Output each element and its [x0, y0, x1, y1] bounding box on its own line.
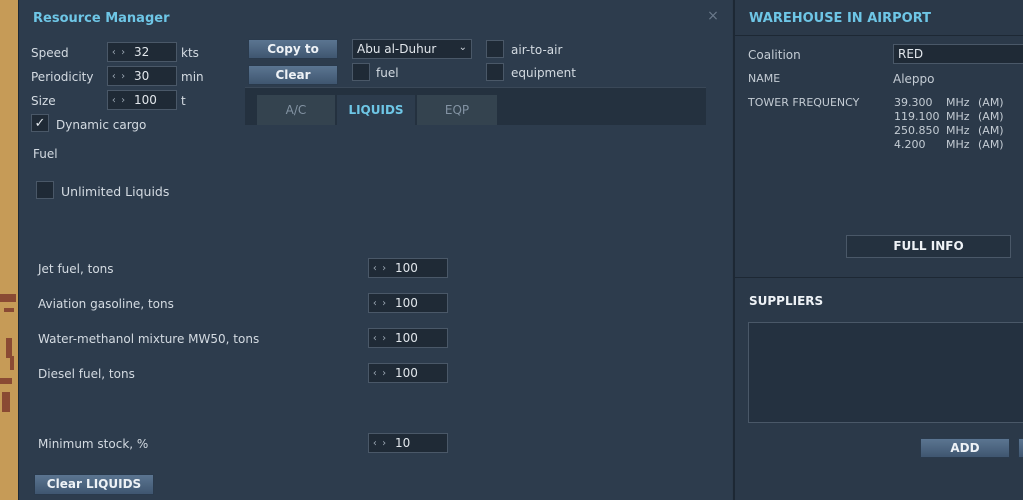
minimum-stock-stepper[interactable]: ‹ › 10	[368, 433, 448, 453]
coalition-field[interactable]: RED	[893, 44, 1023, 64]
warehouse-panel: WAREHOUSE IN AIRPORT Coalition RED NAME …	[733, 0, 1023, 500]
diesel-fuel-stepper[interactable]: ‹ › 100	[368, 363, 448, 383]
periodicity-stepper[interactable]: ‹ › 30	[107, 66, 177, 86]
equipment-checkbox[interactable]	[486, 63, 504, 81]
resource-manager-panel: Resource Manager × Speed ‹ › 32 kts Peri…	[18, 0, 732, 500]
chevron-down-icon: ⌄	[458, 42, 467, 53]
divider	[735, 277, 1023, 278]
speed-label: Speed	[31, 46, 69, 60]
fuel-filter-checkbox[interactable]	[352, 63, 370, 81]
coalition-label: Coalition	[748, 48, 801, 62]
speed-value[interactable]: 32	[130, 45, 149, 59]
speed-unit: kts	[181, 46, 199, 60]
periodicity-unit: min	[181, 70, 204, 84]
liquid-label: Jet fuel, tons	[38, 262, 114, 276]
stepper-arrows-icon[interactable]: ‹ ›	[369, 333, 391, 344]
frequency-row: 119.100 MHz (AM)	[894, 110, 1004, 123]
add-button[interactable]: ADD	[920, 438, 1010, 458]
remove-button[interactable]	[1018, 438, 1023, 458]
copy-to-button[interactable]: Copy to	[248, 39, 338, 59]
clear-liquids-button[interactable]: Clear LIQUIDS	[34, 474, 154, 495]
liquid-label: Diesel fuel, tons	[38, 367, 135, 381]
liquid-value[interactable]: 100	[391, 366, 418, 380]
size-unit: t	[181, 94, 186, 108]
liquid-value[interactable]: 100	[391, 261, 418, 275]
liquid-label: Aviation gasoline, tons	[38, 297, 174, 311]
jet-fuel-stepper[interactable]: ‹ › 100	[368, 258, 448, 278]
tab-ac[interactable]: A/C	[257, 95, 335, 125]
map-background	[0, 0, 18, 500]
tab-liquids[interactable]: LIQUIDS	[337, 95, 415, 125]
divider	[735, 35, 1023, 36]
liquid-value[interactable]: 100	[391, 331, 418, 345]
panel-title: Resource Manager	[33, 11, 170, 26]
name-label: NAME	[748, 72, 781, 85]
stepper-arrows-icon[interactable]: ‹ ›	[369, 263, 391, 274]
mw50-stepper[interactable]: ‹ › 100	[368, 328, 448, 348]
size-label: Size	[31, 94, 56, 108]
dynamic-cargo-checkbox[interactable]: ✓	[31, 114, 49, 132]
close-icon[interactable]: ×	[706, 9, 720, 23]
stepper-arrows-icon[interactable]: ‹ ›	[108, 71, 130, 82]
stepper-arrows-icon[interactable]: ‹ ›	[369, 298, 391, 309]
airport-select[interactable]: Abu al-Duhur ⌄	[352, 39, 472, 59]
name-value: Aleppo	[893, 72, 935, 86]
liquid-value[interactable]: 100	[391, 296, 418, 310]
stepper-arrows-icon[interactable]: ‹ ›	[369, 368, 391, 379]
tower-frequency-label: TOWER FREQUENCY	[748, 96, 860, 109]
size-value[interactable]: 100	[130, 93, 157, 107]
stepper-arrows-icon[interactable]: ‹ ›	[108, 95, 130, 106]
section-label: Fuel	[33, 147, 58, 161]
frequency-row: 250.850 MHz (AM)	[894, 124, 1004, 137]
unlimited-liquids-label: Unlimited Liquids	[61, 184, 170, 199]
frequency-row: 4.200 MHz (AM)	[894, 138, 1004, 151]
suppliers-label: SUPPLIERS	[749, 294, 824, 308]
dynamic-cargo-label: Dynamic cargo	[56, 118, 147, 132]
periodicity-label: Periodicity	[31, 70, 94, 84]
aviation-gasoline-stepper[interactable]: ‹ › 100	[368, 293, 448, 313]
airport-select-value: Abu al-Duhur	[357, 42, 437, 56]
suppliers-list[interactable]	[748, 322, 1023, 423]
stepper-arrows-icon[interactable]: ‹ ›	[369, 438, 391, 449]
clear-button[interactable]: Clear	[248, 65, 338, 85]
air-to-air-label: air-to-air	[511, 43, 563, 57]
warehouse-title: WAREHOUSE IN AIRPORT	[749, 11, 931, 26]
unlimited-liquids-checkbox[interactable]	[36, 181, 54, 199]
resource-tabs: A/C LIQUIDS EQP	[245, 87, 706, 125]
equipment-label: equipment	[511, 66, 576, 80]
speed-stepper[interactable]: ‹ › 32	[107, 42, 177, 62]
minimum-stock-value[interactable]: 10	[391, 436, 410, 450]
minimum-stock-label: Minimum stock, %	[38, 437, 149, 451]
air-to-air-checkbox[interactable]	[486, 40, 504, 58]
frequency-row: 39.300 MHz (AM)	[894, 96, 1004, 109]
tab-eqp[interactable]: EQP	[417, 95, 497, 125]
stepper-arrows-icon[interactable]: ‹ ›	[108, 47, 130, 58]
fuel-filter-label: fuel	[376, 66, 399, 80]
full-info-button[interactable]: FULL INFO	[846, 235, 1011, 258]
checkmark-icon: ✓	[34, 115, 46, 131]
liquid-label: Water-methanol mixture MW50, tons	[38, 332, 260, 346]
size-stepper[interactable]: ‹ › 100	[107, 90, 177, 110]
periodicity-value[interactable]: 30	[130, 69, 149, 83]
